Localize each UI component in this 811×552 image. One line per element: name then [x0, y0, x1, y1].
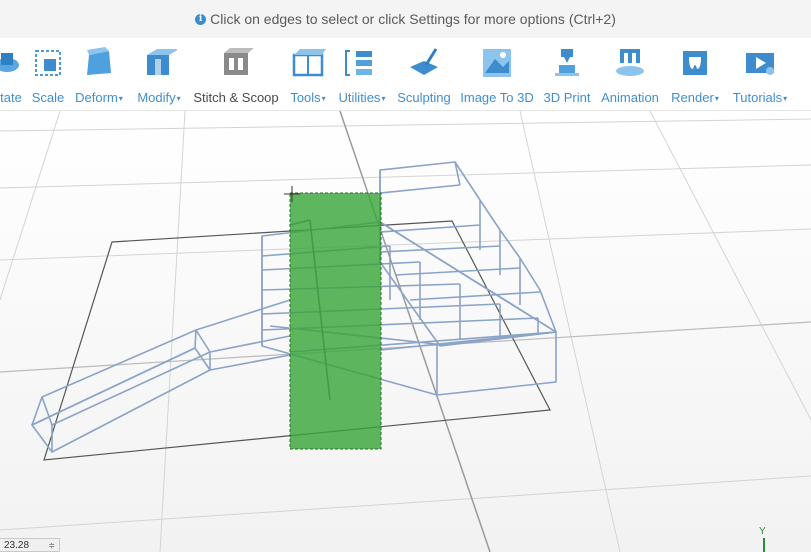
- tool-sculpting[interactable]: Sculpting: [395, 38, 453, 110]
- y-axis-label: Y: [759, 526, 766, 537]
- tool-stitch-scoop[interactable]: Stitch & Scoop: [190, 38, 282, 110]
- tool-rotate-label: tate: [0, 90, 22, 105]
- tool-utilities-label: Utilities: [338, 90, 381, 105]
- tool-modify[interactable]: Modify▾: [132, 38, 186, 110]
- utilities-icon: [344, 44, 380, 82]
- 3d-print-icon: [549, 44, 585, 82]
- tool-tools[interactable]: Tools▾: [285, 38, 331, 110]
- tool-sculpting-label: Sculpting: [397, 90, 451, 105]
- selection-rectangle[interactable]: [289, 192, 382, 450]
- tool-image-to-3d-label: Image To 3D: [460, 90, 534, 105]
- animation-icon: [612, 44, 648, 82]
- tool-deform-label: Deform: [75, 90, 118, 105]
- deform-icon: [81, 44, 117, 82]
- tool-animation-label: Animation: [601, 90, 659, 105]
- chevron-down-icon: ▾: [714, 94, 719, 103]
- tool-modify-label: Modify: [137, 90, 176, 105]
- main-toolbar: tate Scale Deform▾ Modify▾ Stitch & Scoo…: [0, 38, 811, 111]
- tool-tools-label: Tools: [290, 90, 321, 105]
- tools-icon: [290, 44, 326, 82]
- modify-icon: [141, 44, 177, 82]
- tool-3d-print[interactable]: 3D Print: [540, 38, 594, 110]
- chevron-down-icon: ▾: [176, 94, 181, 103]
- tool-deform[interactable]: Deform▾: [70, 38, 128, 110]
- zoom-value: 23.28: [4, 539, 30, 551]
- scale-icon: [30, 44, 66, 82]
- chevron-down-icon: ▾: [321, 94, 326, 103]
- tool-scale[interactable]: Scale: [28, 38, 68, 110]
- stitch-scoop-icon: [218, 44, 254, 82]
- tool-image-to-3d[interactable]: Image To 3D: [458, 38, 536, 110]
- render-icon: [677, 44, 713, 82]
- tool-tutorials[interactable]: Tutorials▾: [727, 38, 793, 110]
- 3d-viewport[interactable]: Y: [0, 111, 811, 552]
- image-to-3d-icon: [479, 44, 515, 82]
- hint-bar: i Click on edges to select or click Sett…: [0, 0, 811, 38]
- tool-animation[interactable]: Animation: [597, 38, 663, 110]
- tool-render[interactable]: Render▾: [667, 38, 723, 110]
- chevron-down-icon: ▾: [118, 94, 123, 103]
- tutorials-icon: [742, 44, 778, 82]
- info-icon: i: [195, 13, 207, 25]
- sculpting-icon: [406, 44, 442, 82]
- tool-stitch-scoop-label: Stitch & Scoop: [193, 90, 279, 105]
- scene-canvas[interactable]: [0, 111, 811, 552]
- hint-text: Click on edges to select or click Settin…: [210, 11, 616, 27]
- spinner-icon[interactable]: ≑: [48, 541, 55, 550]
- chevron-down-icon: ▾: [783, 94, 788, 103]
- tool-render-label: Render: [671, 90, 714, 105]
- tool-3d-print-label: 3D Print: [543, 90, 591, 105]
- tool-utilities[interactable]: Utilities▾: [333, 38, 391, 110]
- tool-tutorials-label: Tutorials: [732, 90, 783, 105]
- chevron-down-icon: ▾: [381, 94, 386, 103]
- zoom-input[interactable]: 23.28 ≑: [0, 538, 60, 552]
- tool-scale-label: Scale: [31, 90, 65, 105]
- rotate-icon: [0, 44, 29, 82]
